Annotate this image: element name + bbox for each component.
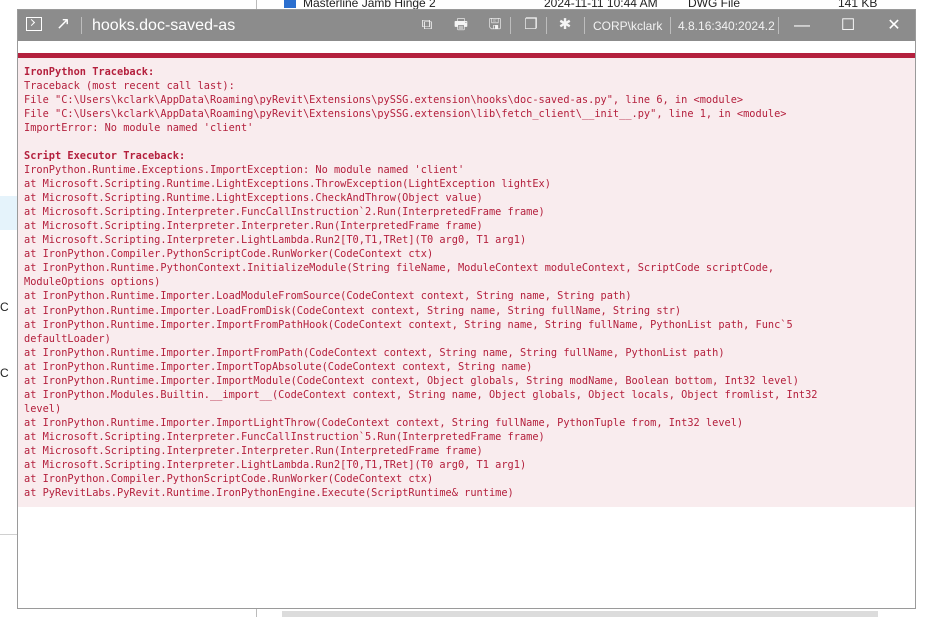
traceback-line: at IronPython.Runtime.PythonContext.Init… bbox=[24, 262, 775, 289]
traceback-line: at PyRevitLabs.PyRevit.Runtime.IronPytho… bbox=[24, 487, 514, 500]
traceback-line: at IronPython.Compiler.PythonScriptCode.… bbox=[24, 473, 434, 486]
traceback-line: Traceback (most recent call last): bbox=[24, 80, 235, 93]
traceback-line: at Microsoft.Scripting.Interpreter.Inter… bbox=[24, 444, 483, 457]
traceback-line: at IronPython.Runtime.Importer.ImportFro… bbox=[24, 346, 725, 359]
debug-icon[interactable]: ✱ bbox=[556, 15, 574, 35]
traceback-line: at IronPython.Runtime.Importer.LoadFromD… bbox=[24, 304, 682, 317]
close-button[interactable]: ✕ bbox=[871, 10, 917, 41]
traceback-line: IronPython.Runtime.Exceptions.ImportExce… bbox=[24, 164, 465, 177]
background-divider bbox=[0, 534, 17, 535]
background-left-label: C bbox=[0, 300, 9, 314]
terminal-icon bbox=[26, 17, 42, 31]
executor-traceback: Script Executor Traceback: IronPython.Ru… bbox=[24, 149, 904, 500]
toolbar-separator bbox=[670, 17, 671, 34]
traceback-line: at IronPython.Runtime.Importer.ImportTop… bbox=[24, 360, 533, 373]
traceback-header: Script Executor Traceback: bbox=[24, 150, 186, 162]
dwg-file-icon bbox=[284, 0, 296, 8]
traceback-line: at Microsoft.Scripting.Runtime.LightExce… bbox=[24, 178, 551, 191]
traceback-line: File "C:\Users\kclark\AppData\Roaming\py… bbox=[24, 108, 787, 121]
traceback-line: ImportError: No module named 'client' bbox=[24, 122, 254, 135]
background-horizontal-scrollbar[interactable] bbox=[282, 611, 878, 617]
traceback-header: IronPython Traceback: bbox=[24, 66, 155, 78]
traceback-line: at IronPython.Runtime.Importer.LoadModul… bbox=[24, 290, 632, 303]
traceback-line: at Microsoft.Scripting.Runtime.LightExce… bbox=[24, 192, 483, 205]
traceback-line: at Microsoft.Scripting.Interpreter.FuncC… bbox=[24, 206, 545, 219]
print-icon[interactable]: 🖶 bbox=[452, 15, 470, 35]
toolbar-separator bbox=[546, 17, 547, 34]
title-bar[interactable]: ↗ hooks.doc-saved-as ⧉ 🖶 🖫 ❐ ✱ CORP\kcla… bbox=[18, 10, 915, 41]
copy-icon[interactable]: ❐ bbox=[522, 15, 540, 35]
version-label: 4.8.16:340:2024.2 bbox=[678, 19, 775, 33]
traceback-line: at IronPython.Runtime.Importer.ImportLig… bbox=[24, 416, 744, 429]
open-in-browser-icon[interactable]: ⧉ bbox=[418, 15, 436, 35]
background-selected-row bbox=[0, 196, 17, 230]
background-column-divider bbox=[256, 608, 257, 617]
toolbar-separator bbox=[584, 17, 585, 34]
maximize-button[interactable]: ☐ bbox=[825, 10, 871, 41]
traceback-line: at IronPython.Compiler.PythonScriptCode.… bbox=[24, 248, 434, 261]
minimize-button[interactable]: — bbox=[779, 10, 825, 41]
traceback-panel: IronPython Traceback: Traceback (most re… bbox=[18, 58, 915, 507]
toolbar-separator bbox=[510, 17, 511, 34]
user-label: CORP\kclark bbox=[593, 19, 663, 33]
traceback-line: at IronPython.Runtime.Importer.ImportMod… bbox=[24, 374, 799, 387]
traceback-line: at Microsoft.Scripting.Interpreter.Light… bbox=[24, 234, 527, 247]
background-left-label: C bbox=[0, 366, 9, 380]
ironpython-traceback: IronPython Traceback: Traceback (most re… bbox=[24, 65, 904, 135]
window-title: hooks.doc-saved-as bbox=[92, 17, 236, 34]
traceback-line: at Microsoft.Scripting.Interpreter.Light… bbox=[24, 459, 527, 472]
traceback-line: File "C:\Users\kclark\AppData\Roaming\py… bbox=[24, 94, 744, 107]
title-separator bbox=[81, 17, 82, 34]
pyrevit-output-window: ↗ hooks.doc-saved-as ⧉ 🖶 🖫 ❐ ✱ CORP\kcla… bbox=[17, 9, 916, 609]
traceback-line: at IronPython.Runtime.Importer.ImportFro… bbox=[24, 318, 793, 345]
traceback-line: at IronPython.Modules.Builtin.__import__… bbox=[24, 388, 818, 415]
traceback-line: at Microsoft.Scripting.Interpreter.FuncC… bbox=[24, 430, 545, 443]
pin-arrow-icon[interactable]: ↗ bbox=[56, 14, 70, 34]
traceback-line: at Microsoft.Scripting.Interpreter.Inter… bbox=[24, 220, 483, 233]
save-icon[interactable]: 🖫 bbox=[486, 15, 504, 35]
